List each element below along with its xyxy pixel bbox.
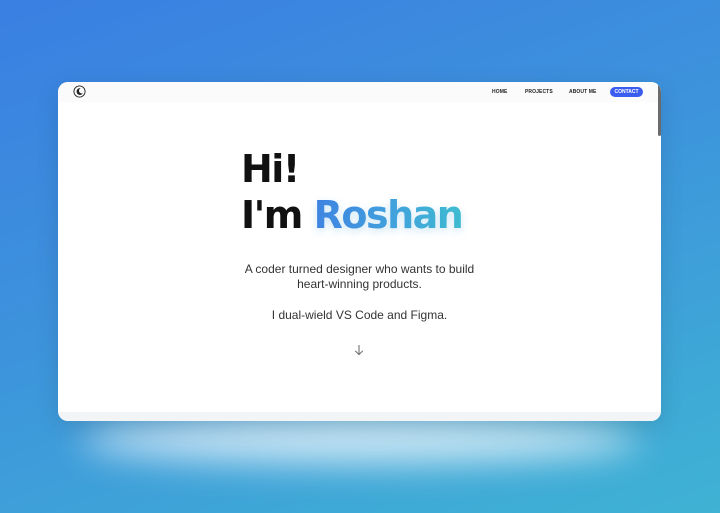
moon-icon[interactable] xyxy=(73,85,86,98)
hero-greeting: Hi! xyxy=(241,147,300,191)
browser-window: HOME PROJECTS ABOUT ME CONTACT Hi! I'm R… xyxy=(58,82,661,421)
nav-home-link[interactable]: HOME xyxy=(492,89,507,95)
tagline: A coder turned designer who wants to bui… xyxy=(58,262,661,292)
hero-heading: Hi! I'm Roshan xyxy=(241,146,464,238)
hero-intro-line: I'm Roshan xyxy=(241,192,464,238)
page-bottom-strip xyxy=(58,412,661,421)
scrollbar[interactable] xyxy=(658,84,661,136)
contact-button[interactable]: CONTACT xyxy=(610,87,643,97)
arrow-down-icon[interactable] xyxy=(354,343,364,356)
nav-about-link[interactable]: ABOUT ME xyxy=(569,89,596,95)
tagline-line-1: A coder turned designer who wants to bui… xyxy=(244,262,475,276)
hero-name: Roshan xyxy=(313,193,464,237)
navbar: HOME PROJECTS ABOUT ME CONTACT xyxy=(58,82,661,102)
tagline-line-2: heart-winning products. xyxy=(297,277,422,291)
nav-projects-link[interactable]: PROJECTS xyxy=(525,89,553,95)
hero-intro-prefix: I'm xyxy=(241,193,314,237)
window-reflection-glow xyxy=(80,415,640,463)
tagline-tools: I dual-wield VS Code and Figma. xyxy=(271,308,448,322)
